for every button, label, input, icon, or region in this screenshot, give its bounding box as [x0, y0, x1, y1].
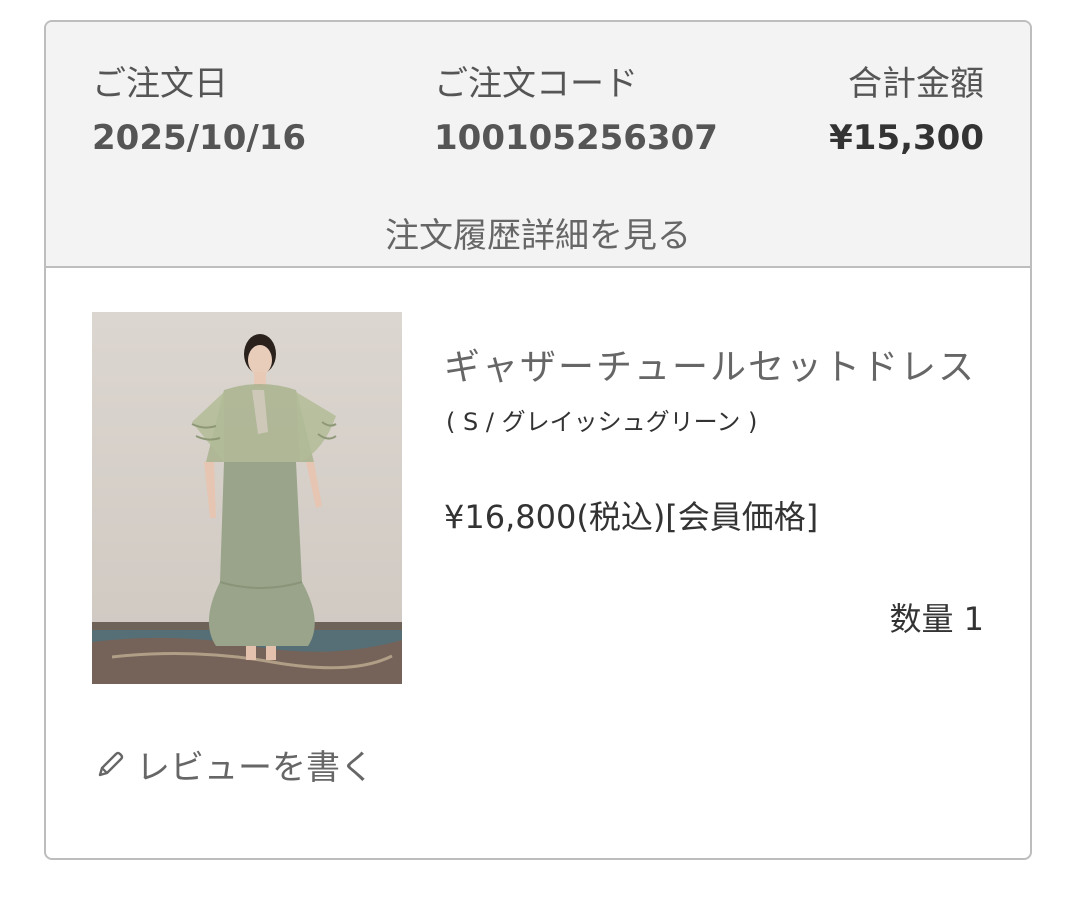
write-review-label: レビューを書く: [136, 748, 374, 788]
product-image[interactable]: [92, 312, 402, 684]
order-code-value: 100105256307: [434, 118, 718, 158]
pencil-icon: [98, 751, 124, 776]
product-quantity: 数量 1: [889, 600, 984, 638]
order-date-value: 2025/10/16: [92, 118, 307, 158]
product-price: ¥16,800(税込)[会員価格]: [444, 498, 819, 536]
order-date-label: ご注文日: [92, 64, 228, 104]
dress-photo-icon: [92, 312, 402, 684]
product-variant: ( S / グレイッシュグリーン ): [446, 408, 758, 436]
order-card: ご注文日 2025/10/16 ご注文コード 100105256307 合計金額…: [44, 20, 1032, 860]
order-total-value: ¥15,300: [829, 118, 984, 158]
product-name[interactable]: ギャザーチュールセットドレス: [444, 338, 976, 390]
order-detail-link[interactable]: 注文履歴詳細を見る: [46, 208, 1030, 257]
write-review-button[interactable]: レビューを書く: [94, 740, 374, 789]
order-summary: ご注文日 2025/10/16 ご注文コード 100105256307 合計金額…: [46, 22, 1030, 268]
order-total-label: 合計金額: [848, 64, 984, 104]
order-code-label: ご注文コード: [434, 64, 638, 104]
